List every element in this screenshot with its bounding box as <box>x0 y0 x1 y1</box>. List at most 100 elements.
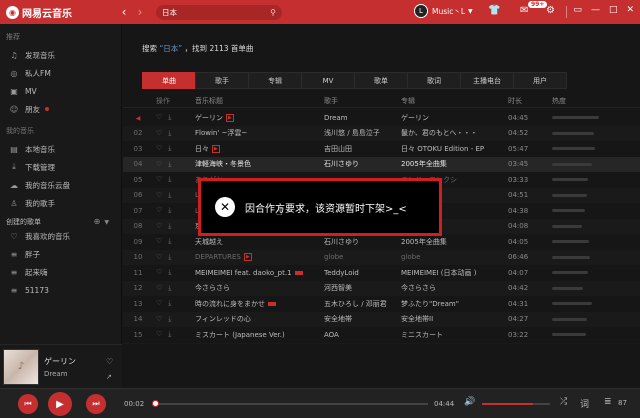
header-album[interactable]: 专辑 <box>401 96 508 106</box>
download-icon[interactable]: ⤓ <box>168 175 171 184</box>
minimize-icon[interactable]: — <box>591 5 600 15</box>
mail-icon[interactable]: ✉ <box>520 5 528 16</box>
song-artist[interactable]: 石川さゆり <box>324 237 401 247</box>
play-button[interactable]: ▶ <box>48 392 72 416</box>
sidebar-item-playlist[interactable]: ≡ 胖子 <box>0 246 121 264</box>
tab-mv[interactable]: MV <box>301 72 355 89</box>
tab-artists[interactable]: 歌手 <box>195 72 249 89</box>
sidebar-item-friends[interactable]: ☺ 朋友 <box>0 100 121 118</box>
sidebar-item-liked[interactable]: ♡ 我喜欢的音乐 <box>0 228 121 246</box>
heart-icon[interactable]: ♡ <box>156 206 162 215</box>
song-title-text[interactable]: ミスカート (Japanese Ver.) <box>195 331 285 339</box>
tab-radio[interactable]: 主播电台 <box>460 72 514 89</box>
table-row[interactable]: ◀ ♡ ⤓ ゲーリン ▶ Dream ゲーリン 04:45 <box>123 110 640 126</box>
heart-icon[interactable]: ♡ <box>156 237 162 246</box>
song-album[interactable]: 日々 OTOKU Edition - EP <box>401 144 508 154</box>
volume-slider[interactable] <box>482 403 550 405</box>
song-title-text[interactable]: フィンレッドの心 <box>195 315 251 323</box>
heart-icon[interactable]: ♡ <box>156 253 162 262</box>
download-icon[interactable]: ⤓ <box>168 113 171 122</box>
song-title[interactable]: 津軽海峡・冬景色 <box>193 159 324 169</box>
sidebar-item-downloads[interactable]: ⤓ 下载管理 <box>0 158 121 176</box>
header-hot[interactable]: 热度 <box>552 96 632 106</box>
song-artist[interactable]: globe <box>324 253 401 261</box>
now-playing[interactable]: ♪ ゲーリン Dream ♡ ↗ <box>0 344 122 388</box>
song-album[interactable]: 2005年全曲集 <box>401 159 508 169</box>
maximize-icon[interactable]: □ <box>609 5 618 15</box>
download-icon[interactable]: ⤓ <box>168 237 171 246</box>
table-row[interactable]: 12 ♡ ⤓ 今さらさら 河西智美 今さらさら 04:42 <box>123 280 640 296</box>
now-playing-title[interactable]: ゲーリン <box>44 356 76 367</box>
song-artist[interactable]: 浅川悠 / 島島泣子 <box>324 128 401 138</box>
mv-icon[interactable]: ▶ <box>212 144 220 153</box>
song-artist[interactable]: 五木ひろし / 邓丽君 <box>324 299 401 309</box>
sidebar-item-mv[interactable]: ▣ MV <box>0 82 121 100</box>
song-title-text[interactable]: 今さらさら <box>195 284 230 292</box>
lyrics-icon[interactable]: 词 <box>580 397 589 410</box>
album-cover-icon[interactable]: ♪ <box>3 348 39 385</box>
song-artist[interactable]: 吉田山田 <box>324 144 401 154</box>
mv-icon[interactable]: ▶ <box>243 253 252 262</box>
song-album[interactable]: 2005年全曲集 <box>401 237 508 247</box>
heart-icon[interactable]: ♡ <box>156 175 162 184</box>
progress-knob[interactable] <box>151 400 159 407</box>
download-icon[interactable]: ⤓ <box>168 222 171 231</box>
user-name[interactable]: Music丶L <box>432 6 465 17</box>
song-title[interactable]: MEIMEIMEI feat. daoko_pt.1 <box>193 269 324 277</box>
tab-albums[interactable]: 专辑 <box>248 72 302 89</box>
song-title-text[interactable]: Flowin' ~浮雲~ <box>195 129 247 137</box>
table-row[interactable]: 02 ♡ ⤓ Flowin' ~浮雲~ 浅川悠 / 島島泣子 鬣か、君のもとへ・・・ 04:… <box>123 125 640 141</box>
previous-button[interactable]: ⏮ <box>18 394 38 414</box>
sidebar-item-singers[interactable]: ♙ 我的歌手 <box>0 194 121 212</box>
song-title-text[interactable]: ゲーリン <box>195 114 223 122</box>
search-input[interactable] <box>162 7 262 17</box>
search-box[interactable]: ⚲ <box>156 4 282 20</box>
sidebar-item-playlist[interactable]: ≡ 起来嗨 <box>0 264 121 282</box>
heart-icon[interactable]: ♡ <box>106 357 113 366</box>
progress-bar[interactable] <box>151 400 428 407</box>
song-title-text[interactable]: 天城越え <box>195 238 223 246</box>
playlist-queue-icon[interactable]: ≣ <box>604 397 612 407</box>
song-album[interactable]: 今さらさら <box>401 283 508 293</box>
song-album[interactable]: ゲーリン <box>401 113 508 123</box>
table-row[interactable]: 14 ♡ ⤓ フィンレッドの心 安全地帯 安全地帯II 04:27 <box>123 311 640 327</box>
download-icon[interactable]: ⤓ <box>168 144 171 153</box>
forward-button[interactable]: › <box>132 5 148 19</box>
sidebar-item-fm[interactable]: ◎ 私人FM <box>0 64 121 82</box>
song-title-text[interactable]: 津軽海峡・冬景色 <box>195 160 251 168</box>
table-row[interactable]: 13 ♡ ⤓ 時の流れに身をまかせ 五木ひろし / 邓丽君 梦ふたり"Dream" 04:3… <box>123 296 640 312</box>
download-icon[interactable]: ⤓ <box>168 191 171 200</box>
download-icon[interactable]: ⤓ <box>168 253 171 262</box>
song-album[interactable]: ミニスカート <box>401 330 508 340</box>
tab-users[interactable]: 用户 <box>513 72 567 89</box>
table-row[interactable]: 03 ♡ ⤓ 日々 ▶ 吉田山田 日々 OTOKU Edition - EP 05:47 <box>123 141 640 157</box>
table-row[interactable]: 11 ♡ ⤓ MEIMEIMEI feat. daoko_pt.1 TeddyLoid M… <box>123 265 640 281</box>
song-title[interactable]: DEPARTURES ▶ <box>193 253 324 262</box>
tab-songs[interactable]: 单曲 <box>142 72 196 89</box>
header-title[interactable]: 音乐标题 <box>193 96 324 106</box>
song-title-text[interactable]: 日々 <box>195 145 209 153</box>
heart-icon[interactable]: ♡ <box>156 129 162 138</box>
table-row[interactable]: 10 ♡ ⤓ DEPARTURES ▶ globe globe 06:46 <box>123 249 640 265</box>
song-title[interactable]: 今さらさら <box>193 283 324 293</box>
chevron-down-icon[interactable]: ▼ <box>104 219 109 226</box>
heart-icon[interactable]: ♡ <box>156 222 162 231</box>
sidebar-item-playlist[interactable]: ≡ 51173 <box>0 282 121 300</box>
song-album[interactable]: MEIMEIMEI (日本动画 ) <box>401 268 508 278</box>
gear-icon[interactable]: ⚙ <box>546 5 555 16</box>
song-artist[interactable]: 安全地帯 <box>324 314 401 324</box>
table-row[interactable]: 16♡⤓なみだ恋八代亜紀演歌ベスト03:42 <box>123 342 640 344</box>
download-icon[interactable]: ⤓ <box>168 299 171 308</box>
table-row[interactable]: 04 ♡ ⤓ 津軽海峡・冬景色 石川さゆり 2005年全曲集 03:45 <box>123 156 640 172</box>
song-album[interactable]: 鬣か、君のもとへ・・・ <box>401 128 508 138</box>
heart-icon[interactable]: ♡ <box>156 191 162 200</box>
shuffle-icon[interactable]: ⤮ <box>560 397 567 407</box>
download-icon[interactable]: ⤓ <box>168 284 171 293</box>
song-album[interactable]: 梦ふたり"Dream" <box>401 299 508 309</box>
heart-icon[interactable]: ♡ <box>156 160 162 169</box>
close-icon[interactable]: ✕ <box>626 5 634 15</box>
mv-icon[interactable]: ▶ <box>226 113 234 122</box>
song-artist[interactable]: AOA <box>324 331 401 339</box>
app-logo[interactable]: ◉ 网易云音乐 <box>6 5 116 20</box>
header-time[interactable]: 时长 <box>508 96 552 106</box>
